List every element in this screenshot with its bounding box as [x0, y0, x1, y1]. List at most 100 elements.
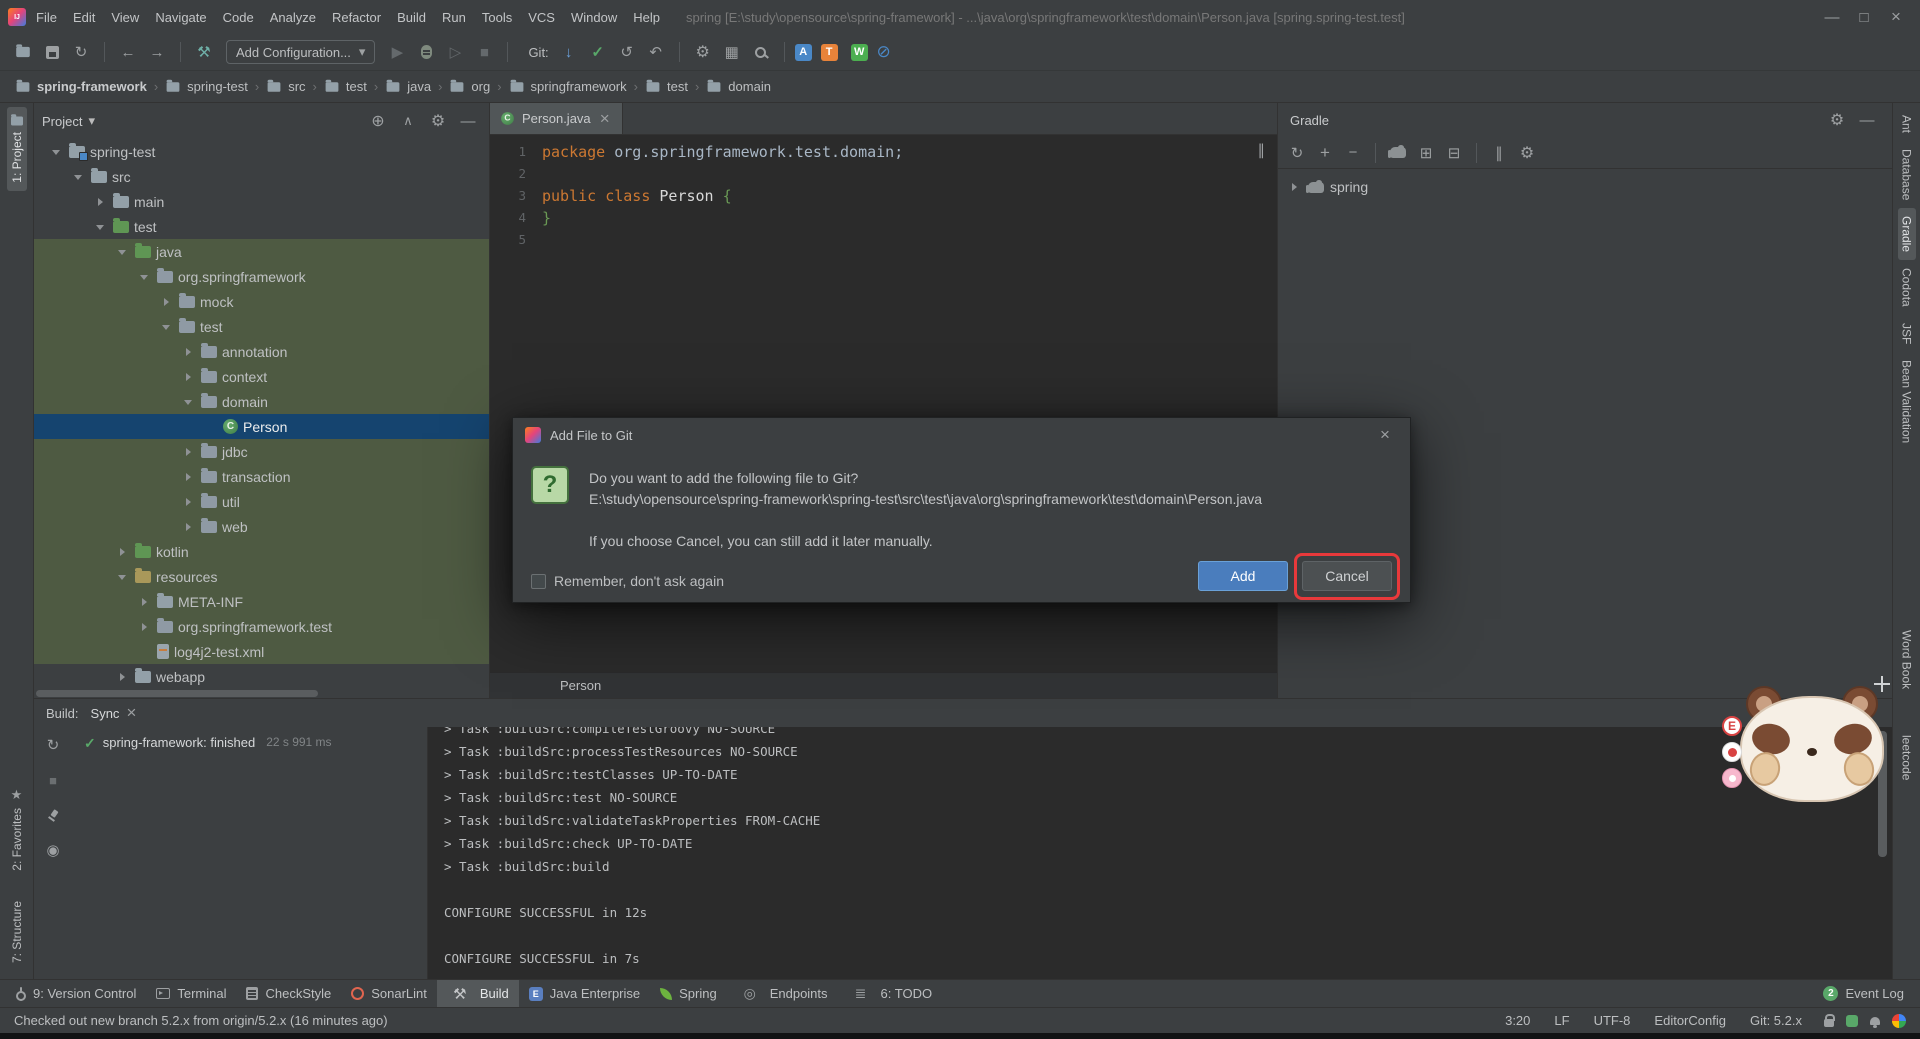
toggle-offline-icon[interactable] — [1486, 140, 1512, 166]
status-item-lf[interactable]: LF — [1554, 1013, 1569, 1028]
notifications-bell-icon[interactable] — [1870, 1016, 1880, 1028]
tree-expander-icon[interactable] — [138, 269, 152, 285]
menu-view[interactable]: View — [103, 7, 147, 28]
status-item-editorconfig[interactable]: EditorConfig — [1654, 1013, 1726, 1028]
breadcrumb-item-test[interactable]: test — [319, 77, 372, 96]
stripe-button-bean-validation[interactable]: Bean Validation — [1898, 352, 1916, 451]
tree-expander-icon[interactable] — [94, 194, 108, 210]
stripe-button-leetcode[interactable]: leetcode — [1898, 727, 1916, 788]
tool-window-button-terminal[interactable]: Terminal — [146, 980, 236, 1007]
search-everywhere-icon[interactable] — [748, 39, 774, 65]
tree-row-kotlin[interactable]: kotlin — [34, 539, 489, 564]
tree-row-domain[interactable]: domain — [34, 389, 489, 414]
tool-window-button-6-todo[interactable]: 6: TODO — [838, 980, 943, 1007]
git-history-icon[interactable] — [614, 39, 640, 65]
tree-expander-icon[interactable] — [138, 594, 152, 610]
tree-expander-icon[interactable] — [94, 219, 108, 235]
breadcrumb-item-springframework[interactable]: springframework — [504, 77, 632, 96]
tree-row-web[interactable]: web — [34, 514, 489, 539]
tree-row-util[interactable]: util — [34, 489, 489, 514]
minimize-button[interactable] — [1816, 4, 1848, 30]
tree-row-java[interactable]: java — [34, 239, 489, 264]
menu-vcs[interactable]: VCS — [520, 7, 563, 28]
gradle-execute-icon[interactable] — [1385, 140, 1411, 166]
cancel-button[interactable]: Cancel — [1302, 561, 1392, 591]
stripe-button-codota[interactable]: Codota — [1898, 260, 1916, 315]
rerun-build-icon[interactable] — [43, 735, 63, 755]
dialog-title-bar[interactable]: Add File to Git — [513, 418, 1410, 452]
tree-expander-icon[interactable] — [116, 544, 130, 560]
breadcrumb-item-src[interactable]: src — [261, 77, 310, 96]
stripe-button-jsf[interactable]: JSF — [1898, 315, 1916, 352]
tree-row-log4j2-test-xml[interactable]: log4j2-test.xml — [34, 639, 489, 664]
tree-expander-icon[interactable] — [182, 344, 196, 360]
tree-row-org-springframework[interactable]: org.springframework — [34, 264, 489, 289]
eye-filter-icon[interactable] — [43, 840, 63, 860]
back-icon[interactable] — [115, 39, 141, 65]
tool-window-button-event-log[interactable]: 2 Event Log — [1813, 980, 1914, 1007]
tree-expander-icon[interactable] — [116, 244, 130, 260]
tree-row-org-springframework-test[interactable]: org.springframework.test — [34, 614, 489, 639]
tree-row-meta-inf[interactable]: META-INF — [34, 589, 489, 614]
menu-build[interactable]: Build — [389, 7, 434, 28]
power-save-icon[interactable] — [871, 39, 897, 65]
menu-file[interactable]: File — [28, 7, 65, 28]
stripe-button-1-project[interactable]: 1: Project — [6, 107, 27, 191]
tree-row-mock[interactable]: mock — [34, 289, 489, 314]
tree-expander-icon[interactable] — [182, 369, 196, 385]
expand-all-icon[interactable] — [1413, 140, 1439, 166]
stripe-button-gradle[interactable]: Gradle — [1897, 208, 1916, 261]
tree-expander-icon[interactable] — [182, 519, 196, 535]
add-button[interactable]: Add — [1198, 561, 1288, 591]
tree-expander-icon[interactable] — [138, 619, 152, 635]
status-item-utf-8[interactable]: UTF-8 — [1594, 1013, 1631, 1028]
breadcrumb-item-test[interactable]: test — [640, 77, 693, 96]
run-configuration-select[interactable]: Add Configuration... — [226, 40, 376, 64]
menu-tools[interactable]: Tools — [474, 7, 520, 28]
tree-row-test[interactable]: test — [34, 214, 489, 239]
gradle-attach-icon[interactable] — [1312, 140, 1338, 166]
stripe-button-word-book[interactable]: Word Book — [1898, 622, 1916, 697]
gradle-detach-icon[interactable] — [1340, 140, 1366, 166]
menu-analyze[interactable]: Analyze — [262, 7, 324, 28]
tool-window-button-java-enterprise[interactable]: Java Enterprise — [519, 980, 650, 1007]
tree-row-resources[interactable]: resources — [34, 564, 489, 589]
debug-icon[interactable] — [413, 39, 439, 65]
pin-icon[interactable] — [43, 805, 63, 825]
status-item-git-5-2-x[interactable]: Git: 5.2.x — [1750, 1013, 1802, 1028]
tree-row-person[interactable]: Person — [34, 414, 489, 439]
tree-expander-icon[interactable] — [72, 169, 86, 185]
tool-window-button-checkstyle[interactable]: CheckStyle — [236, 980, 341, 1007]
menu-help[interactable]: Help — [625, 7, 668, 28]
tree-row-transaction[interactable]: transaction — [34, 464, 489, 489]
project-settings-gear-icon[interactable] — [425, 108, 451, 134]
git-update-icon[interactable] — [556, 39, 582, 65]
tree-row-src[interactable]: src — [34, 164, 489, 189]
close-sync-tab-icon[interactable] — [126, 703, 136, 723]
tree-expander-icon[interactable] — [182, 469, 196, 485]
git-rollback-icon[interactable] — [643, 39, 669, 65]
tree-expander-icon[interactable] — [116, 669, 130, 685]
gradle-wrench-icon[interactable] — [1514, 140, 1540, 166]
tree-row-jdbc[interactable]: jdbc — [34, 439, 489, 464]
translation-plugin-icon[interactable] — [820, 43, 838, 61]
tool-window-button-spring[interactable]: Spring — [650, 980, 727, 1007]
hide-project-panel-icon[interactable] — [455, 108, 481, 134]
stripe-button-2-favorites[interactable]: 2: Favorites — [8, 779, 26, 879]
remember-checkbox[interactable] — [531, 573, 546, 589]
breadcrumb-item-org[interactable]: org — [444, 77, 495, 96]
tree-expander-icon[interactable] — [160, 294, 174, 310]
stop-build-icon[interactable] — [43, 770, 63, 790]
tree-expander-icon[interactable] — [182, 394, 196, 410]
build-project-icon[interactable] — [191, 39, 217, 65]
close-tab-icon[interactable] — [598, 112, 612, 126]
tree-row-context[interactable]: context — [34, 364, 489, 389]
save-all-icon[interactable] — [39, 39, 65, 65]
tool-window-button-sonarlint[interactable]: SonarLint — [341, 980, 437, 1007]
menu-refactor[interactable]: Refactor — [324, 7, 389, 28]
project-structure-icon[interactable] — [719, 39, 745, 65]
menu-code[interactable]: Code — [215, 7, 262, 28]
tree-row-spring-test[interactable]: spring-test — [34, 139, 489, 164]
tree-expander-icon[interactable] — [50, 144, 64, 160]
stripe-button-ant[interactable]: Ant — [1898, 107, 1916, 141]
